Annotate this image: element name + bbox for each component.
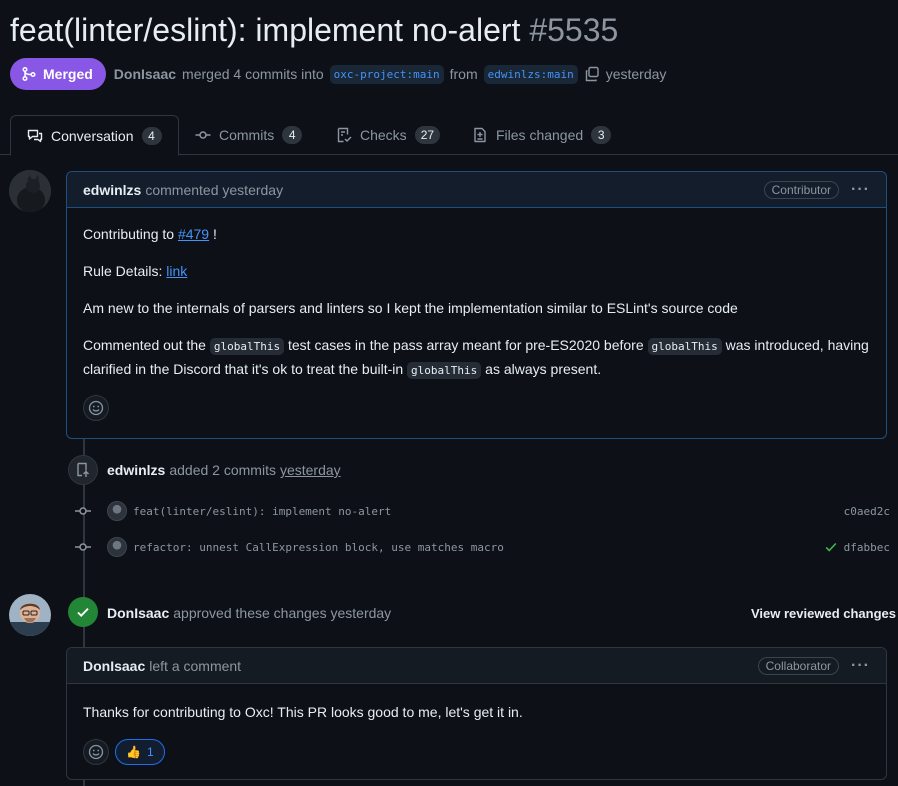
review-author[interactable]: DonIsaac <box>107 605 169 621</box>
tab-conversation-label: Conversation <box>51 127 134 144</box>
head-branch[interactable]: edwinlzs:main <box>483 64 578 84</box>
comment-action: commented yesterday <box>145 181 284 198</box>
checklist-icon <box>337 127 352 143</box>
commit-row: refactor: unnest CallExpression block, u… <box>74 535 890 559</box>
pr-meta: Merged DonIsaac merged 4 commits into ox… <box>10 58 666 90</box>
status-label: Merged <box>43 66 93 82</box>
avatar[interactable] <box>107 501 127 521</box>
comment-discussion-icon <box>27 129 43 142</box>
commit-message[interactable]: feat(linter/eslint): implement no-alert <box>133 505 391 518</box>
add-reaction-button[interactable] <box>83 739 109 765</box>
comment-header: DonIsaac left a comment Collaborator ··· <box>67 648 886 684</box>
tab-commits-label: Commits <box>219 127 275 143</box>
merge-icon <box>22 66 36 82</box>
comment-author[interactable]: edwinlzs <box>83 182 141 198</box>
git-commit-icon <box>75 543 91 551</box>
tab-files-changed[interactable]: Files changed 3 <box>472 115 612 155</box>
text: as always present. <box>485 361 602 377</box>
commit-message[interactable]: refactor: unnest CallExpression block, u… <box>133 541 504 554</box>
event-author[interactable]: edwinlzs <box>107 462 165 478</box>
pr-title-row: feat(linter/eslint): implement no-alert … <box>10 12 618 49</box>
more-options-icon[interactable]: ··· <box>851 181 870 199</box>
review-comment-card: DonIsaac left a comment Collaborator ···… <box>66 647 887 780</box>
thumbs-up-icon: 👍 <box>126 745 141 759</box>
thumbs-up-reaction[interactable]: 👍 1 <box>115 739 165 765</box>
comment-header: edwinlzs commented yesterday Contributor… <box>67 172 886 208</box>
text: ! <box>213 226 217 242</box>
avatar-edwinlzs[interactable] <box>9 170 51 212</box>
avatar-image <box>9 170 51 212</box>
comment-card: edwinlzs commented yesterday Contributor… <box>66 171 887 439</box>
avatar-image <box>9 594 51 636</box>
pr-title: feat(linter/eslint): implement no-alert <box>10 12 521 48</box>
review-action: approved these changes yesterday <box>173 605 392 621</box>
tab-conversation-count: 4 <box>141 126 162 145</box>
repo-push-icon <box>68 455 98 485</box>
smiley-icon <box>88 400 104 416</box>
text: Contributing to <box>83 226 175 242</box>
smiley-icon <box>88 744 104 760</box>
add-reaction-button[interactable] <box>83 395 109 421</box>
role-badge: Contributor <box>763 180 840 199</box>
text: test cases in the pass array meant for p… <box>287 337 644 353</box>
avatar-donisaac[interactable] <box>9 594 51 636</box>
tab-checks[interactable]: Checks 27 <box>336 115 441 155</box>
merge-time: yesterday <box>605 66 667 82</box>
more-options-icon[interactable]: ··· <box>851 657 870 675</box>
issue-link[interactable]: #479 <box>178 226 209 242</box>
role-badge: Collaborator <box>757 656 840 675</box>
tab-files-changed-label: Files changed <box>496 127 584 143</box>
check-icon[interactable] <box>824 540 838 554</box>
tab-files-changed-count: 3 <box>591 126 612 144</box>
inline-code: globalThis <box>407 362 482 379</box>
commit-row: feat(linter/eslint): implement no-alert … <box>74 499 890 523</box>
git-commit-icon <box>75 507 91 515</box>
text: Rule Details: <box>83 263 163 279</box>
comment-action: left a comment <box>149 657 242 674</box>
tab-checks-count: 27 <box>414 126 441 144</box>
pr-number: #5535 <box>529 12 619 48</box>
merger-link[interactable]: DonIsaac <box>114 66 176 82</box>
tab-commits-count: 4 <box>282 126 303 144</box>
status-badge: Merged <box>10 58 106 90</box>
tab-conversation[interactable]: Conversation 4 <box>10 115 179 156</box>
text: Commented out the <box>83 337 206 353</box>
tab-checks-label: Checks <box>360 127 407 143</box>
from-text: from <box>449 66 478 82</box>
view-reviewed-changes-button[interactable]: View reviewed changes <box>751 603 896 623</box>
paragraph: Am new to the internals of parsers and l… <box>83 300 738 316</box>
check-circle-icon <box>68 597 98 627</box>
base-branch[interactable]: oxc-project:main <box>329 64 444 84</box>
file-diff-icon <box>474 127 486 143</box>
commit-sha[interactable]: dfabbec <box>844 541 890 554</box>
inline-code: globalThis <box>647 338 722 355</box>
commits-added-event: edwinlzs added 2 commits yesterday <box>107 460 341 480</box>
avatar[interactable] <box>107 537 127 557</box>
event-time[interactable]: yesterday <box>280 462 341 478</box>
paragraph: Thanks for contributing to Oxc! This PR … <box>83 704 523 720</box>
comment-author[interactable]: DonIsaac <box>83 658 145 674</box>
comment-body: Thanks for contributing to Oxc! This PR … <box>67 684 886 781</box>
reactions-bar: 👍 1 <box>83 739 870 765</box>
comment-body: Contributing to #479 ! Rule Details: lin… <box>67 208 886 438</box>
merge-text: merged 4 commits into <box>182 66 324 82</box>
pr-tabs: Conversation 4 Commits 4 Checks 27 Files… <box>0 115 898 156</box>
tab-commits[interactable]: Commits 4 <box>195 115 303 155</box>
copy-icon[interactable] <box>584 66 600 82</box>
rule-details-link[interactable]: link <box>166 263 187 279</box>
inline-code: globalThis <box>209 338 285 355</box>
commit-sha[interactable]: c0aed2c <box>844 505 890 518</box>
commit-icon <box>195 131 211 139</box>
reaction-count: 1 <box>146 745 154 759</box>
commit-sha-with-status: dfabbec <box>824 540 890 554</box>
review-event: DonIsaac approved these changes yesterda… <box>107 603 391 623</box>
event-action: added 2 commits <box>169 462 276 478</box>
